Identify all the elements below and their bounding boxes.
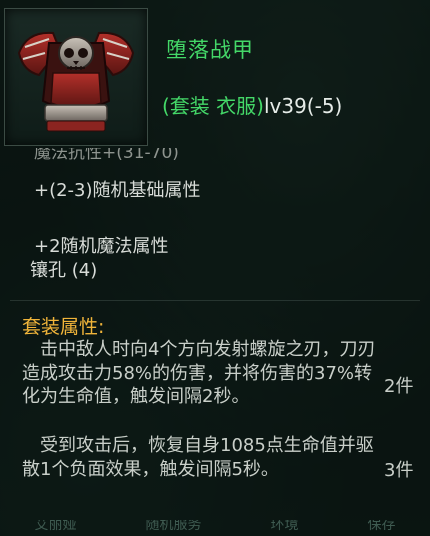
- footer-tab[interactable]: 环境: [271, 520, 299, 536]
- attribute-random-magic: +2随机魔法属性: [34, 236, 169, 257]
- attribute-sockets: 镶孔 (4): [30, 260, 98, 281]
- section-divider: [10, 300, 420, 301]
- skull-armor-icon: [17, 31, 135, 132]
- item-type-level: (套装 衣服)lv39(-5): [162, 90, 342, 119]
- item-tooltip-panel: 堕落战甲 (套装 衣服)lv39(-5) 魔法抗性+(31-70) +(2-3)…: [0, 0, 430, 536]
- footer-tab[interactable]: 艾丽娅: [35, 520, 77, 536]
- item-subtype: (套装 衣服): [162, 94, 264, 118]
- set-effect-3-count: 3件: [384, 460, 414, 481]
- item-name: 堕落战甲: [166, 38, 254, 62]
- set-effect-2: 击中敌人时向4个方向发射螺旋之刃，刀刃造成攻击力58%的伤害，并将伤害的37%转…: [22, 339, 376, 407]
- attribute-cut-line: 魔法抗性+(31-70): [34, 148, 179, 162]
- footer-tab[interactable]: 保存: [368, 520, 396, 536]
- set-attributes-title: 套装属性:: [22, 316, 105, 338]
- item-icon-frame: [4, 8, 148, 146]
- item-level: lv39(-5): [263, 94, 343, 118]
- set-effect-3: 受到攻击后，恢复自身1085点生命值并驱散1个负面效果，触发间隔5秒。: [22, 435, 374, 480]
- footer-tab[interactable]: 随机服务: [146, 520, 202, 536]
- footer-tab-strip: 艾丽娅 随机服务 环境 保存: [0, 520, 430, 536]
- set-effect-2-count: 2件: [384, 376, 414, 397]
- attribute-random-base: +(2-3)随机基础属性: [34, 180, 201, 201]
